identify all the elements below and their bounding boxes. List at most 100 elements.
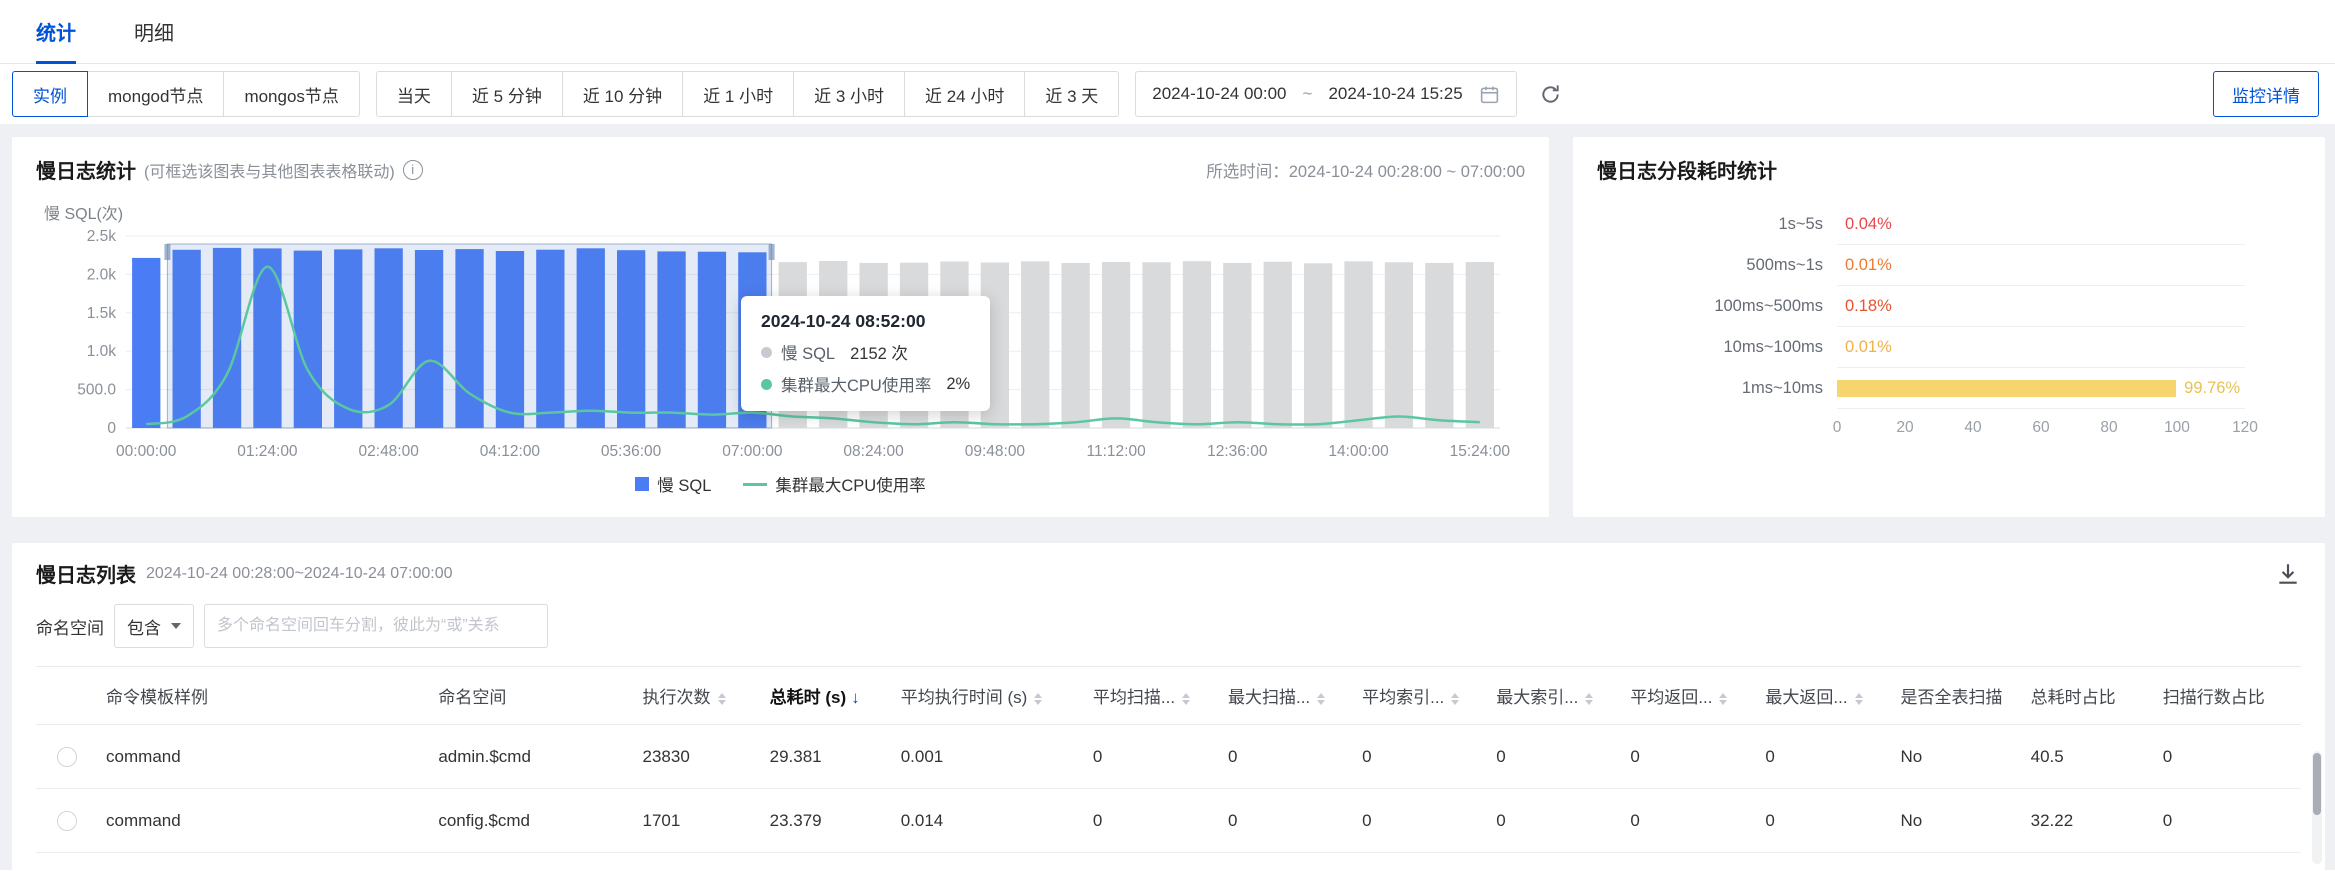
column-header[interactable]: 执行次数 — [634, 666, 762, 725]
table-scrollbar[interactable] — [2312, 751, 2322, 864]
segment-row: 10ms~100ms 0.01% — [1597, 327, 2245, 368]
column-header-label: 平均返回... — [1630, 688, 1713, 707]
column-header[interactable]: 平均扫描... — [1084, 666, 1220, 725]
table-cell: 0 — [1622, 788, 1758, 853]
column-header: 总耗时占比 — [2022, 666, 2155, 725]
column-header-label: 总耗时 (s) — [769, 688, 847, 707]
sort-icon[interactable] — [1034, 692, 1043, 705]
filter-operator-select[interactable]: 包含 — [114, 604, 194, 648]
x-axis-tick-label: 40 — [1964, 419, 1982, 436]
sort-icon[interactable] — [1317, 692, 1326, 705]
sort-icon[interactable] — [1451, 692, 1460, 705]
download-button[interactable] — [2275, 561, 2301, 587]
sort-icon[interactable] — [717, 692, 726, 705]
segment-bar-track: 0.01% — [1837, 327, 2245, 368]
table-cell: 40.5 — [2022, 724, 2155, 789]
button-last-3d[interactable]: 近 3 天 — [1024, 71, 1120, 117]
x-axis-tick-label: 120 — [2232, 419, 2258, 436]
column-header-label: 最大返回... — [1765, 688, 1848, 707]
legend-item[interactable]: 集群最大CPU使用率 — [743, 472, 926, 496]
tooltip-title: 2024-10-24 08:52:00 — [761, 311, 926, 331]
column-header-label: 平均索引... — [1362, 688, 1445, 707]
svg-text:04:12:00: 04:12:00 — [480, 443, 541, 460]
x-axis-tick-label: 100 — [2164, 419, 2190, 436]
legend-line-icon — [743, 482, 768, 486]
segment-category-label: 500ms~1s — [1746, 256, 1823, 274]
date-start[interactable]: 2024-10-24 00:00 — [1152, 84, 1286, 104]
tab-details[interactable]: 明细 — [134, 0, 174, 63]
segment-bar[interactable] — [1837, 379, 2177, 397]
tooltip-series-name: 集群最大CPU使用率 — [781, 377, 932, 395]
button-mongos-node[interactable]: mongos节点 — [223, 71, 360, 117]
sort-down-icon — [1451, 699, 1460, 705]
button-last-5min[interactable]: 近 5 分钟 — [450, 71, 563, 117]
date-end[interactable]: 2024-10-24 15:25 — [1328, 84, 1462, 104]
legend-item[interactable]: 慢 SQL — [635, 472, 711, 496]
table-cell: admin.$cmd — [430, 724, 635, 789]
column-header[interactable]: 平均执行时间 (s) — [892, 666, 1085, 725]
column-header[interactable]: 最大索引... — [1488, 666, 1623, 725]
segment-chart: 1s~5s 0.04% 500ms~1s 0.01% 100ms~500ms 0.18% 1… — [1597, 204, 2301, 439]
table-cell: 0 — [1488, 788, 1623, 853]
chart-tooltip: 2024-10-24 08:52:00 慢 SQL 2152 次集群最大CPU使用… — [741, 296, 991, 411]
sort-icon[interactable] — [1854, 692, 1863, 705]
button-mongod-node[interactable]: mongod节点 — [87, 71, 225, 117]
column-header-label: 总耗时占比 — [2030, 688, 2116, 707]
table-cell: 0 — [1354, 724, 1489, 789]
namespace-input[interactable] — [204, 604, 548, 648]
sort-icon[interactable] — [1719, 692, 1728, 705]
row-radio[interactable] — [57, 746, 78, 767]
button-last-3h[interactable]: 近 3 小时 — [793, 71, 905, 117]
table-scrollbar-thumb[interactable] — [2313, 753, 2321, 815]
svg-text:15:24:00: 15:24:00 — [1450, 443, 1511, 460]
column-header[interactable]: 平均索引... — [1354, 666, 1489, 725]
button-last-10min[interactable]: 近 10 分钟 — [561, 71, 684, 117]
node-type-button-group: 实例 mongod节点 mongos节点 — [12, 71, 360, 117]
sort-desc-icon[interactable]: ↓ — [851, 688, 860, 707]
info-icon[interactable] — [402, 159, 423, 180]
svg-text:11:12:00: 11:12:00 — [1087, 443, 1147, 460]
segment-x-axis: 0 20 40 60 80 100 120 — [1833, 409, 2258, 439]
tooltip-series-value: 2% — [946, 374, 971, 393]
segment-row: 500ms~1s 0.01% — [1597, 245, 2245, 286]
content-area: 慢日志统计 (可框选该图表与其他图表表格联动) 所选时间：2024-10-24 … — [0, 124, 2335, 870]
slow-log-chart[interactable]: 0 500.0 1.0k 1.5k 2.0k 2.5k 00:00:00 01:24:00 02… — [36, 226, 1525, 466]
table-cell: 29.381 — [761, 724, 893, 789]
table-cell: 0 — [2154, 788, 2301, 853]
column-header-label: 最大扫描... — [1227, 688, 1311, 707]
sort-down-icon — [1317, 699, 1326, 705]
column-header-label: 平均扫描... — [1092, 688, 1176, 707]
date-range-picker[interactable]: 2024-10-24 00:00 ~ 2024-10-24 15:25 — [1135, 71, 1517, 117]
column-header[interactable]: 平均返回... — [1622, 666, 1758, 725]
sort-down-icon — [1034, 699, 1043, 705]
table-cell: 0 — [1219, 724, 1355, 789]
tab-bar: 统计 明细 — [0, 0, 2335, 64]
sort-icon[interactable] — [1585, 692, 1594, 705]
slow-log-stats-card: 慢日志统计 (可框选该图表与其他图表表格联动) 所选时间：2024-10-24 … — [12, 137, 1549, 517]
column-header[interactable]: 总耗时 (s) ↓ — [761, 666, 893, 725]
row-select-cell — [36, 788, 99, 853]
column-header[interactable]: 最大返回... — [1757, 666, 1893, 725]
table-cell: 0 — [1084, 724, 1220, 789]
sort-up-icon — [1451, 692, 1460, 698]
column-header[interactable]: 最大扫描... — [1219, 666, 1355, 725]
tooltip-row: 集群最大CPU使用率 2% — [761, 372, 970, 396]
button-last-1h[interactable]: 近 1 小时 — [682, 71, 795, 117]
list-title: 慢日志列表 — [36, 565, 136, 587]
tooltip-series-name: 慢 SQL — [781, 345, 836, 363]
monitor-detail-button[interactable]: 监控详情 — [2213, 71, 2319, 117]
row-select-cell — [36, 724, 99, 789]
column-header-label: 执行次数 — [642, 688, 711, 707]
sort-icon[interactable] — [1182, 692, 1191, 705]
table-cell: 0 — [1757, 724, 1893, 789]
button-today[interactable]: 当天 — [375, 71, 452, 117]
refresh-button[interactable] — [1533, 76, 1569, 112]
toolbar: 实例 mongod节点 mongos节点 当天近 5 分钟近 10 分钟近 1 小时… — [0, 64, 2335, 124]
segment-bar-track: 99.76% — [1837, 368, 2245, 409]
tab-statistics[interactable]: 统计 — [36, 0, 76, 64]
calendar-icon — [1480, 86, 1498, 103]
row-radio[interactable] — [57, 810, 78, 831]
button-instance[interactable]: 实例 — [12, 71, 88, 117]
svg-text:2.0k: 2.0k — [87, 266, 117, 283]
button-last-24h[interactable]: 近 24 小时 — [904, 71, 1026, 117]
